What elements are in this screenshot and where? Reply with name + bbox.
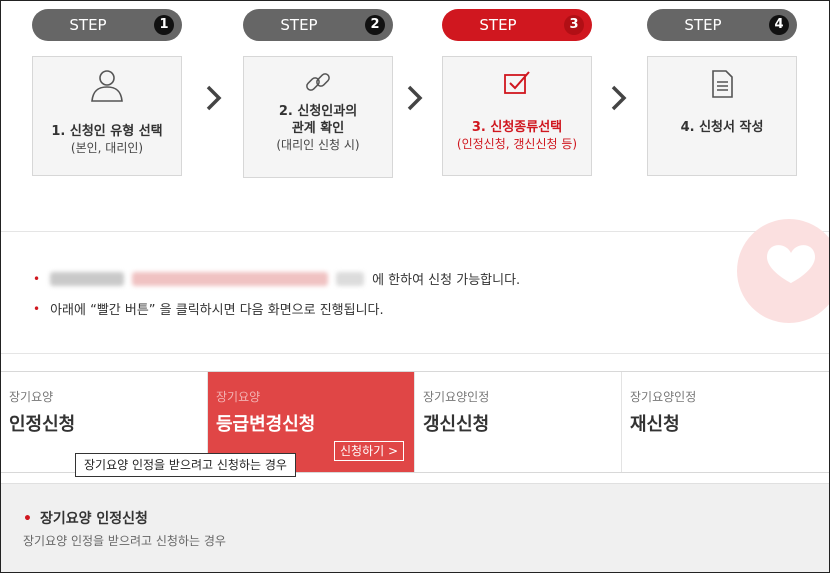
chevron-right-icon xyxy=(611,85,627,111)
step-2: STEP 2 2. 신청인과의 관계 확인 (대리인 신청 시) xyxy=(243,9,393,178)
redacted-text xyxy=(132,271,329,286)
info-line-1-text: 에 한하여 신청 가능합니다. xyxy=(372,273,521,288)
step-1-label: STEP xyxy=(69,16,107,34)
step-1-subtitle: (본인, 대리인) xyxy=(70,141,144,155)
user-icon xyxy=(91,70,123,102)
step-1: STEP 1 1. 신청인 유형 선택 (본인, 대리인) xyxy=(32,9,182,176)
info-line-2-text: 아래에 “빨간 버튼” 을 클릭하시면 다음 화면으로 진행됩니다. xyxy=(50,303,384,318)
step-2-title-line2: 관계 확인 xyxy=(291,121,345,136)
bullet-icon: • xyxy=(33,271,41,286)
tab-renewal[interactable]: 장기요양인정 갱신신청 xyxy=(415,372,622,472)
redacted-text xyxy=(336,271,365,286)
app-frame: STEP 1 1. 신청인 유형 선택 (본인, 대리인) STEP 2 2. … xyxy=(0,0,830,573)
document-icon xyxy=(712,70,733,98)
step-4-title: 4. 신청서 작성 xyxy=(680,120,764,135)
redacted-text xyxy=(50,271,125,286)
tab-reapply-category: 장기요양인정 xyxy=(630,390,697,404)
step-1-title: 1. 신청인 유형 선택 xyxy=(51,124,163,139)
link-icon xyxy=(306,73,330,91)
tab-renewal-category: 장기요양인정 xyxy=(423,390,490,404)
divider xyxy=(1,353,829,354)
tooltip: 장기요양 인정을 받으려고 신청하는 경우 xyxy=(75,453,296,477)
tab-renewal-title: 갱신신청 xyxy=(423,414,490,435)
selected-description-panel: • 장기요양 인정신청 장기요양 인정을 받으려고 신청하는 경우 xyxy=(1,483,829,572)
chevron-right-icon xyxy=(206,85,222,111)
tab-grade-change-category: 장기요양 xyxy=(216,390,261,404)
step-4: STEP 4 4. 신청서 작성 xyxy=(647,9,797,176)
bullet-icon: • xyxy=(23,511,32,527)
apply-button[interactable]: 신청하기 > xyxy=(334,441,405,461)
step-2-box: 2. 신청인과의 관계 확인 (대리인 신청 시) xyxy=(243,56,393,178)
step-4-box: 4. 신청서 작성 xyxy=(647,56,797,176)
step-3-box: 3. 신청종류선택 (인정신청, 갱신신청 등) xyxy=(442,56,592,176)
step-2-pill: STEP 2 xyxy=(243,9,393,41)
step-3-subtitle: (인정신청, 갱신신청 등) xyxy=(456,137,578,151)
tab-reapply[interactable]: 장기요양인정 재신청 xyxy=(622,372,829,472)
tab-grade-change-title: 등급변경신청 xyxy=(216,414,316,435)
tab-certification-category: 장기요양 xyxy=(9,390,54,404)
chevron-right-icon xyxy=(407,85,423,111)
step-3-pill: STEP 3 xyxy=(442,9,592,41)
step-2-number: 2 xyxy=(365,15,385,35)
info-line-2: • 아래에 “빨간 버튼” 을 클릭하시면 다음 화면으로 진행됩니다. xyxy=(33,299,384,319)
tab-certification-title: 인정신청 xyxy=(9,414,76,435)
step-2-label: STEP xyxy=(280,16,318,34)
step-2-subtitle: (대리인 신청 시) xyxy=(276,138,360,152)
step-3-label: STEP xyxy=(479,16,517,34)
info-line-1: • 에 한하여 신청 가능합니다. xyxy=(33,269,520,288)
step-4-label: STEP xyxy=(684,16,722,34)
step-4-pill: STEP 4 xyxy=(647,9,797,41)
step-3: STEP 3 3. 신청종류선택 (인정신청, 갱신신청 등) xyxy=(442,9,592,176)
step-1-box: 1. 신청인 유형 선택 (본인, 대리인) xyxy=(32,56,182,176)
description-text: 장기요양 인정을 받으려고 신청하는 경우 xyxy=(23,534,226,548)
step-1-number: 1 xyxy=(154,15,174,35)
divider xyxy=(1,231,829,232)
step-3-number: 3 xyxy=(564,15,584,35)
bullet-icon: • xyxy=(33,301,41,316)
heart-logo-icon xyxy=(737,219,829,323)
description-title: • 장기요양 인정신청 xyxy=(23,508,148,528)
step-3-title: 3. 신청종류선택 xyxy=(471,120,563,135)
step-2-title-line1: 2. 신청인과의 xyxy=(278,104,358,119)
checkbox-icon xyxy=(504,71,530,94)
description-title-text: 장기요양 인정신청 xyxy=(39,511,148,527)
tab-reapply-title: 재신청 xyxy=(630,414,680,435)
step-4-number: 4 xyxy=(769,15,789,35)
step-1-pill: STEP 1 xyxy=(32,9,182,41)
